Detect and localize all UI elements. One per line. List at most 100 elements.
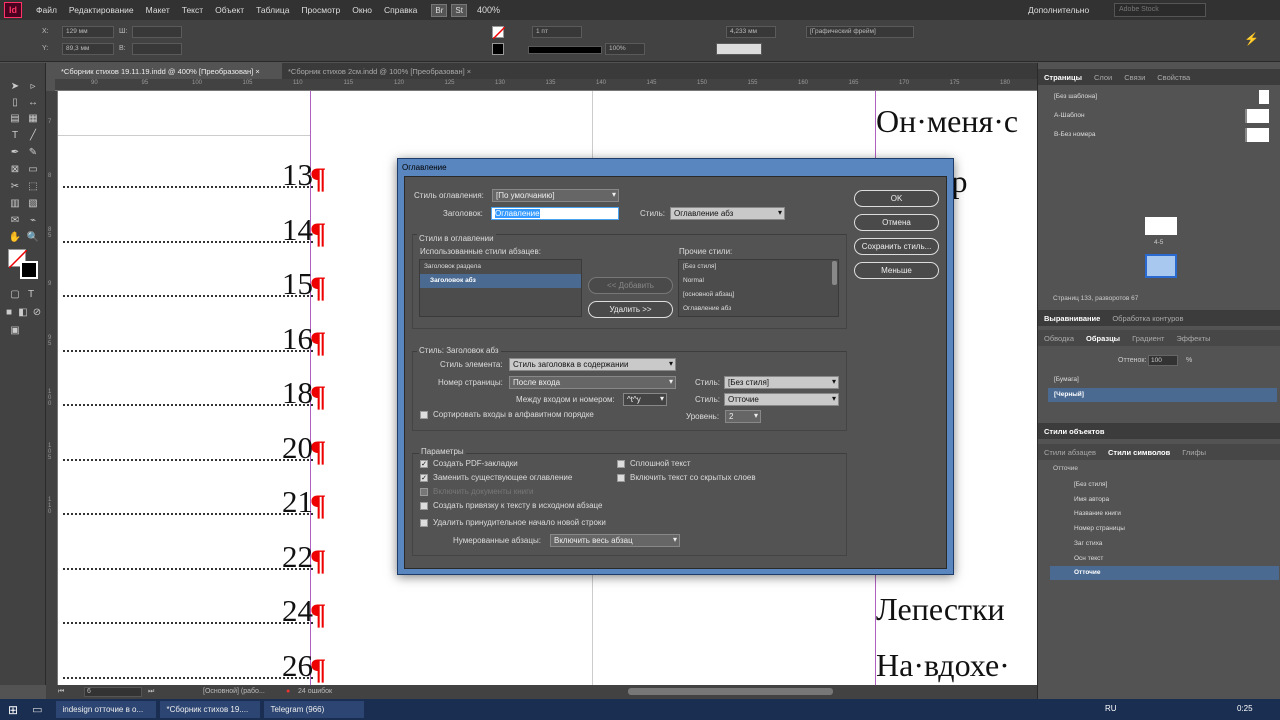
stroke-weight-field[interactable]: 1 пт [532,26,582,38]
h-field[interactable] [132,43,182,55]
between-style-select[interactable]: Отточие [724,393,839,406]
first-page-icon[interactable]: ⏮ [58,688,64,696]
char-style-item[interactable]: Имя автора [1050,493,1279,507]
menu-file[interactable]: Файл [30,5,63,15]
swatch-black[interactable]: [Черный] [1048,388,1277,402]
style-status[interactable]: [Основной] (рабо... [203,688,265,695]
gradient-feather-icon[interactable]: ▧ [26,196,40,210]
master-thumb-a[interactable] [1245,109,1269,123]
master-b[interactable]: B-Без номера [1048,128,1277,142]
gradient-tool-icon[interactable]: ▥ [8,196,22,210]
remove-break-checkbox[interactable] [420,519,428,527]
note-tool-icon[interactable]: ✉ [8,213,22,227]
vertical-ruler[interactable]: 7 8 8 5 9 9 5 1 0 0 1 0 5 1 1 0 [46,91,58,685]
hidden-layers-checkbox[interactable] [617,474,625,482]
remove-button[interactable]: Удалить >> [588,301,673,318]
stock-search-input[interactable]: Adobe Stock [1114,3,1206,17]
next-page-icon[interactable]: ⏭ [148,688,154,696]
level-stepper[interactable]: 2 [725,410,761,423]
text-format-icon[interactable]: T [24,287,38,301]
anchor-checkbox[interactable] [420,502,428,510]
explorer-icon[interactable]: ▭ [32,703,42,716]
selection-tool-icon[interactable]: ➤ [8,79,22,93]
menu-view[interactable]: Просмотр [295,5,346,15]
tab-stroke[interactable]: Обводка [1038,334,1080,343]
hand-tool-icon[interactable]: ✋ [8,230,22,244]
other-style-item[interactable]: Normal [679,274,838,288]
toc-entry[interactable]: 26 [63,648,313,683]
fill-swatch-icon[interactable] [492,26,506,40]
pencil-tool-icon[interactable]: ✎ [26,145,40,159]
menu-table[interactable]: Таблица [250,5,295,15]
spread-thumb-2[interactable] [1145,254,1177,278]
page-number-field[interactable]: 6 [84,687,142,697]
cancel-button[interactable]: Отмена [854,214,939,231]
zoom-level[interactable]: 400% [477,5,500,15]
used-style-item[interactable]: Заголовок абз [420,274,581,288]
container-format-icon[interactable]: ▢ [8,287,22,301]
lightning-icon[interactable]: ⚡ [1244,32,1259,46]
heading-style-select[interactable]: Оглавление абз [670,207,785,220]
w-field[interactable] [132,26,182,38]
scale-field[interactable]: 100% [605,43,645,55]
other-styles-scrollbar[interactable] [832,261,837,285]
numbered-select[interactable]: Включить весь абзац [550,534,680,547]
menu-help[interactable]: Справка [378,5,423,15]
master-none[interactable]: [Без шаблона] [1048,90,1277,104]
rectangle-tool-icon[interactable]: ▭ [26,162,40,176]
tab-align[interactable]: Выравнивание [1038,314,1106,323]
tab-object-styles[interactable]: Стили объектов [1038,427,1110,436]
type-tool-icon[interactable]: T [8,128,22,142]
heading-input[interactable]: Оглавление [491,207,619,220]
apply-color-icon[interactable]: ■ [2,305,16,319]
tab-layers[interactable]: Слои [1088,73,1118,82]
page-tool-icon[interactable]: ▯ [8,95,22,109]
transform-tool-icon[interactable]: ⬚ [26,179,40,193]
other-style-item[interactable]: [основной абзац] [679,288,838,302]
toc-entry[interactable]: 15 [63,266,313,301]
color-field[interactable] [716,43,762,55]
menu-edit[interactable]: Редактирование [63,5,140,15]
save-style-button[interactable]: Сохранить стиль... [854,238,939,255]
master-thumb-b[interactable] [1245,128,1269,142]
book-docs-checkbox[interactable] [420,488,428,496]
zoom-tool-icon[interactable]: 🔍 [26,230,40,244]
run-in-checkbox[interactable] [617,460,625,468]
char-style-item[interactable]: Отточие [1050,566,1279,581]
tab-paragraph-styles[interactable]: Стили абзацев [1038,448,1102,457]
used-styles-list[interactable]: Заголовок раздела Заголовок абз [419,259,582,317]
tab-character-styles[interactable]: Стили символов [1102,448,1176,457]
stroke-color-icon[interactable] [20,261,38,279]
other-style-item[interactable]: Оглавление абз [679,302,838,316]
between-input[interactable]: ^t^y [623,393,667,406]
other-style-item[interactable]: [Без стиля] [679,260,838,274]
char-style-item[interactable]: Название книги [1050,507,1279,521]
toc-entry[interactable]: 21 [63,484,313,519]
scissors-tool-icon[interactable]: ✂ [8,179,22,193]
tab-swatches[interactable]: Образцы [1080,334,1126,343]
char-style-item[interactable]: [Без стиля] [1050,478,1279,492]
tab-effects[interactable]: Эффекты [1170,334,1216,343]
tab-links[interactable]: Связи [1118,73,1151,82]
stock-button[interactable]: St [451,3,467,17]
error-count[interactable]: 24 ошибок [298,688,332,695]
spread-thumb-1[interactable] [1145,217,1177,235]
line-tool-icon[interactable]: ╱ [26,128,40,142]
toc-entry[interactable]: 18 [63,375,313,410]
fewer-options-button[interactable]: Меньше [854,262,939,279]
menu-window[interactable]: Окно [346,5,378,15]
pen-tool-icon[interactable]: ✒ [8,145,22,159]
stroke-swatch-icon[interactable] [492,43,504,55]
menu-object[interactable]: Объект [209,5,250,15]
tab-doc-2[interactable]: *Сборник стихов 2см.indd @ 100% [Преобра… [282,63,502,79]
toc-entry[interactable]: 20 [63,430,313,465]
char-style-item[interactable]: Осн текст [1050,552,1279,566]
frame-tool-icon[interactable]: ⊠ [8,162,22,176]
apply-none-icon[interactable]: ⊘ [30,305,44,319]
pdf-bookmarks-checkbox[interactable]: ✓ [420,460,428,468]
content-collector-icon[interactable]: ▤ [8,111,22,125]
char-style-item[interactable]: Заг стиха [1050,537,1279,551]
entry-style-select[interactable]: Стиль заголовка в содержании [509,358,676,371]
taskbar-indesign[interactable]: *Сборник стихов 19.... [160,701,261,718]
sort-checkbox[interactable] [420,411,428,419]
